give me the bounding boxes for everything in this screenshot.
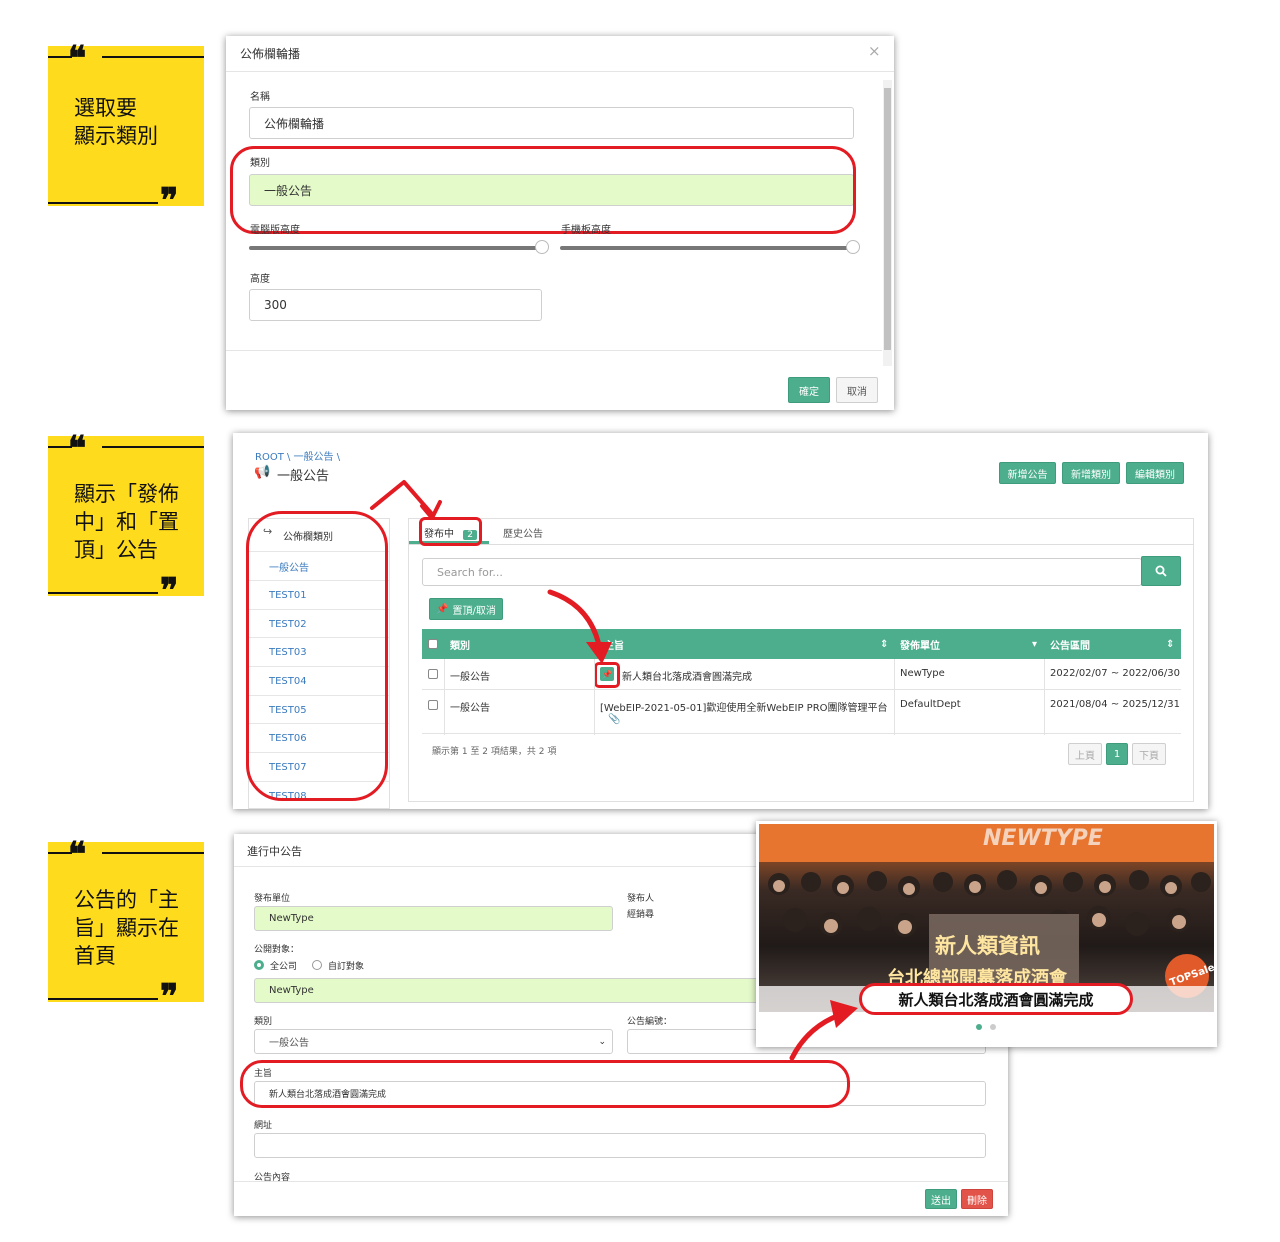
- arrow-to-banner: [789, 1000, 858, 1061]
